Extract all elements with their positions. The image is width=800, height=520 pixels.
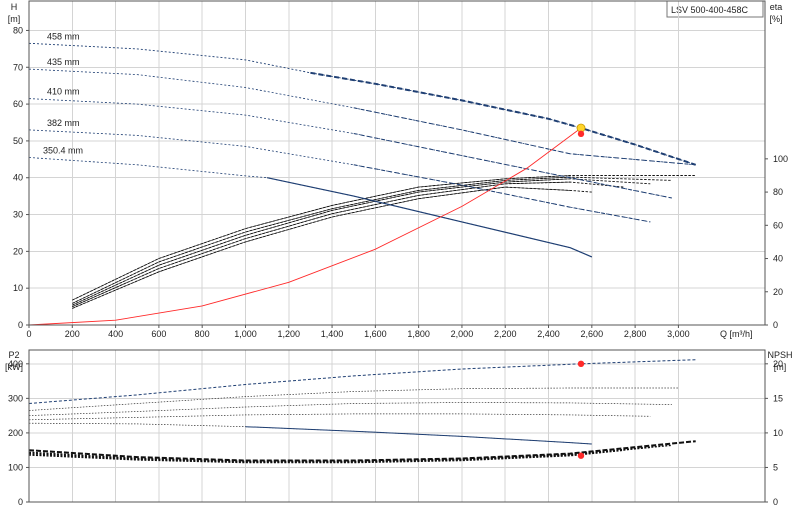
power-ytick-label: 300	[8, 393, 23, 403]
head-ytick-label: 70	[13, 62, 23, 72]
power-ytick-label: 100	[8, 462, 23, 472]
eta-ytick-label: 20	[773, 287, 783, 297]
efficiency-curve	[72, 175, 571, 301]
impeller-diameter-label: 350.4 mm	[43, 145, 83, 155]
head-curve-dashed	[353, 133, 672, 199]
impeller-diameter-label: 410 mm	[47, 87, 80, 97]
flow-xtick-label: 0	[26, 329, 31, 339]
head-curves	[28, 42, 697, 326]
impeller-diameter-label: 382 mm	[47, 118, 80, 128]
power-curves	[28, 359, 696, 464]
flow-xtick-label: 400	[108, 329, 123, 339]
flow-xtick-label: 1,000	[234, 329, 257, 339]
head-ytick-label: 80	[13, 25, 23, 35]
eta-ytick-label: 60	[773, 220, 783, 230]
flow-xtick-label: 3,000	[667, 329, 690, 339]
npsh-ytick-label: 5	[773, 462, 778, 472]
head-panel-frame	[28, 0, 766, 326]
flow-xtick-label: 1,800	[407, 329, 430, 339]
flow-xtick-label: 800	[195, 329, 210, 339]
flow-axis-label: Q [m³/h]	[720, 329, 753, 339]
flow-xtick-label: 2,600	[581, 329, 604, 339]
flow-xtick-label: 2,000	[451, 329, 474, 339]
pump-performance-chart: LSV 500-400-458C H[m]01020304050607080et…	[5, 0, 793, 507]
impeller-diameter-label: 458 mm	[47, 31, 80, 41]
flow-xtick-label: 600	[151, 329, 166, 339]
power-curve	[28, 422, 592, 445]
head-curve-dotted	[28, 98, 672, 199]
npsh-duty-point	[577, 452, 585, 459]
power-ytick-label: 400	[8, 359, 23, 369]
eta-ytick-label: 100	[773, 154, 788, 164]
npsh-ytick-label: 10	[773, 428, 783, 438]
head-grid	[29, 1, 765, 325]
npsh-curve	[28, 444, 672, 462]
head-ytick-label: 40	[13, 173, 23, 183]
eta-ytick-label: 40	[773, 254, 783, 264]
npsh-ytick-label: 0	[773, 497, 778, 507]
chart-title: LSV 500-400-458C	[671, 5, 749, 15]
head-axis-label: H	[11, 2, 18, 12]
power-ytick-label: 0	[18, 497, 23, 507]
impeller-diameter-label: 435 mm	[47, 57, 80, 67]
head-curve-dotted	[28, 68, 696, 166]
head-labels: 458 mm 435 mm 410 mm 382 mm 350.4 mm	[43, 31, 83, 155]
eta-axis-label: eta	[770, 2, 783, 12]
efficiency-curve	[72, 176, 571, 304]
flow-xtick-label: 1,600	[364, 329, 387, 339]
power-duty-point	[577, 360, 585, 368]
flow-xtick-label: 1,200	[277, 329, 300, 339]
npsh-curve	[28, 440, 696, 462]
system-curve	[28, 127, 582, 326]
flow-xtick-label: 200	[65, 329, 80, 339]
power-panel-frame	[28, 349, 766, 503]
head-curve-primary	[310, 71, 697, 166]
npsh-ytick-label: 15	[773, 393, 783, 403]
flow-xtick-label: 2,400	[537, 329, 560, 339]
power-grid	[29, 350, 765, 502]
head-ytick-label: 0	[18, 320, 23, 330]
efficiency-curve	[72, 178, 571, 306]
eta-axis-unit: [%]	[769, 14, 782, 24]
power-curve	[28, 359, 696, 404]
power-panel: P2[kW]0100200300400NPSH[m]05101520	[5, 349, 793, 507]
flow-xtick-label: 2,200	[494, 329, 517, 339]
chart-title-group: LSV 500-400-458C	[666, 0, 764, 18]
head-panel: H [m] 0 10 20 30 40 50 60 70 80 eta [%] 0 20 40 60 80 100 0…	[8, 0, 788, 339]
head-axis-unit: [m]	[8, 14, 21, 24]
efficiency-curve-dashed	[72, 176, 672, 304]
head-ytick-label: 50	[13, 136, 23, 146]
npsh-ytick-label: 20	[773, 359, 783, 369]
eta-duty-point	[577, 130, 585, 138]
efficiency-curve	[72, 186, 571, 309]
flow-xtick-label: 2,800	[624, 329, 647, 339]
power-curve	[28, 413, 651, 421]
power-axes: P2[kW]0100200300400NPSH[m]05101520	[5, 350, 793, 507]
power-curve	[28, 387, 679, 411]
eta-ytick-label: 0	[773, 320, 778, 330]
head-ytick-label: 10	[13, 283, 23, 293]
head-curve-dotted	[28, 157, 592, 258]
head-ytick-label: 30	[13, 210, 23, 220]
head-ytick-label: 20	[13, 246, 23, 256]
head-ytick-label: 60	[13, 99, 23, 109]
power-ytick-label: 200	[8, 428, 23, 438]
flow-xtick-label: 1,400	[321, 329, 344, 339]
head-curve-dashed	[353, 107, 696, 166]
eta-ytick-label: 80	[773, 187, 783, 197]
